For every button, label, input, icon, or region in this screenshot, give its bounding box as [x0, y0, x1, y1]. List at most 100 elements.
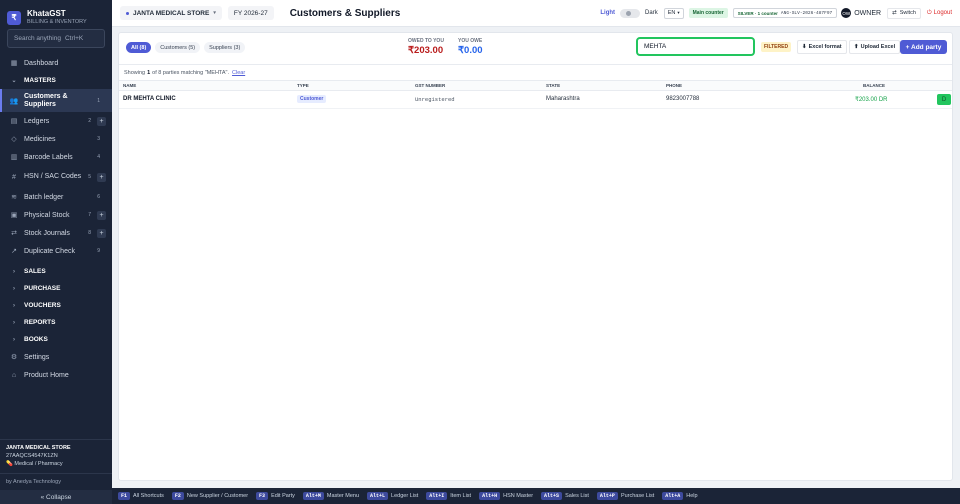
shortcut-item-list[interactable]: Alt+I Item List	[426, 492, 471, 500]
tab-customers[interactable]: Customers (5)	[155, 42, 201, 53]
swap-icon: ⇄	[892, 10, 897, 16]
clear-filter-link[interactable]: Clear	[232, 70, 245, 76]
sidebar-section-books[interactable]: › BOOKS	[0, 331, 112, 348]
shortcut-label: Master Menu	[326, 493, 360, 499]
add-party-button[interactable]: + Add party	[900, 40, 947, 54]
sidebar-section-label: BOOKS	[24, 336, 48, 343]
search-input[interactable]: Search anything Ctrl+K	[7, 29, 105, 48]
shortcut-number: 1	[97, 97, 100, 104]
language-select[interactable]: EN ▾	[663, 7, 684, 19]
sidebar-item-product-home[interactable]: ⌂ Product Home	[0, 366, 112, 384]
excel-format-button[interactable]: ⬇ Excel format	[797, 40, 847, 54]
sidebar-section-masters[interactable]: ⌄ MASTERS	[0, 72, 112, 89]
user-role: OWNER	[854, 9, 882, 17]
chevron-down-icon: ▾	[213, 10, 216, 16]
add-physical-stock-button[interactable]: +	[97, 210, 106, 220]
sidebar-nav: ▦ Dashboard ⌄ MASTERS 👥 Customers & Supp…	[0, 54, 112, 384]
shortcut-master-menu[interactable]: Alt+M Master Menu	[302, 492, 360, 500]
column-header-balance[interactable]: BALANCE	[863, 83, 885, 88]
party-phone: 9823007788	[666, 96, 700, 102]
app-name: KhataGST	[27, 9, 66, 18]
chevron-right-icon: ›	[13, 268, 15, 275]
filtered-badge: FILTERED	[761, 42, 792, 52]
sidebar-item-customers-suppliers[interactable]: 👥 Customers & Suppliers 1	[0, 89, 112, 112]
sidebar-item-settings[interactable]: ⚙ Settings	[0, 348, 112, 366]
vendor-credit: by Anedya Technology	[0, 473, 112, 490]
shortcut-bar: F1 All Shortcuts F2 New Supplier / Custome…	[112, 488, 960, 504]
sidebar-item-barcode-labels[interactable]: ▥ Barcode Labels 4	[0, 148, 112, 166]
logout-button[interactable]: ⏻ Logout	[927, 10, 952, 17]
add-ledger-button[interactable]: +	[97, 116, 106, 126]
shortcut-label: Help	[686, 493, 698, 499]
shortcut-hsn-master[interactable]: Alt+H HSN Master	[479, 492, 533, 500]
shortcut-number: 4	[97, 154, 100, 160]
pill-icon: 💊	[6, 461, 13, 467]
plan-badge: SILVER · 1 counter ANG-SLV-2026-487F97	[732, 8, 838, 18]
column-header-gst[interactable]: GST NUMBER	[415, 83, 445, 88]
shortcut-all[interactable]: F1 All Shortcuts	[118, 492, 164, 500]
upload-excel-label: Upload Excel	[860, 44, 896, 50]
shortcut-label: Ledger List	[391, 493, 419, 499]
shortcut-number: 3	[97, 136, 100, 142]
sidebar-item-medicines[interactable]: ◇ Medicines 3	[0, 130, 112, 148]
shortcut-new-party[interactable]: F2 New Supplier / Customer	[171, 492, 248, 500]
owe-value: ₹0.00	[458, 45, 483, 56]
shortcut-sales-list[interactable]: Alt+S Sales List	[541, 492, 589, 500]
main-panel: All (8) Customers (5) Suppliers (3) OWED…	[118, 32, 953, 481]
tab-all[interactable]: All (8)	[126, 42, 152, 53]
org-gstin: 27AAQCS4547K1ZN	[6, 453, 58, 459]
sidebar-section-vouchers[interactable]: › VOUCHERS	[0, 297, 112, 314]
sidebar-section-reports[interactable]: › REPORTS	[0, 314, 112, 331]
column-header-state[interactable]: STATE	[546, 83, 560, 88]
column-header-phone[interactable]: PHONE	[666, 83, 682, 88]
fy-selector[interactable]: FY 2026-27	[227, 6, 274, 20]
sidebar-item-stock-journals[interactable]: ⇄ Stock Journals 8 +	[0, 224, 112, 242]
shortcut-key: Alt+M	[302, 492, 324, 500]
shortcut-edit-party[interactable]: F3 Edit Party	[256, 492, 295, 500]
table-header: NAME TYPE GST NUMBER STATE PHONE BALANCE	[119, 81, 952, 91]
column-header-name[interactable]: NAME	[123, 83, 136, 88]
sidebar-item-batch-ledger[interactable]: ≋ Batch ledger 6	[0, 188, 112, 206]
shortcut-purchase-list[interactable]: Alt+P Purchase List	[596, 492, 654, 500]
sidebar-item-hsn-sac[interactable]: # HSN / SAC Codes 5 +	[0, 166, 112, 188]
sidebar-item-dashboard[interactable]: ▦ Dashboard	[0, 54, 112, 72]
switch-button[interactable]: ⇄ Switch	[887, 7, 921, 19]
tab-suppliers[interactable]: Suppliers (3)	[204, 42, 246, 53]
sidebar-section-sales[interactable]: › SALES	[0, 263, 112, 280]
collapse-button[interactable]: « Collapse	[0, 490, 112, 504]
sidebar-section-label: VOUCHERS	[24, 302, 61, 309]
store-selector[interactable]: JANTA MEDICAL STORE ▾	[120, 6, 222, 20]
sidebar-item-label: Customers & Suppliers	[24, 92, 68, 108]
shortcut-number: 7	[88, 212, 91, 218]
home-icon: ⌂	[11, 371, 17, 379]
upload-excel-button[interactable]: ⬆ Upload Excel	[849, 40, 901, 54]
sidebar-section-purchase[interactable]: › PURCHASE	[0, 280, 112, 297]
add-stock-journal-button[interactable]: +	[97, 228, 106, 238]
table-row[interactable]: DR MEHTA CLINIC Customer Unregistered Ma…	[119, 91, 952, 109]
column-header-type[interactable]: TYPE	[297, 83, 309, 88]
theme-switch[interactable]	[620, 8, 641, 18]
party-name[interactable]: DR MEHTA CLINIC	[123, 96, 176, 102]
row-action-button[interactable]: D	[937, 94, 951, 105]
theme-toggle[interactable]: Light Dark	[600, 8, 658, 18]
sidebar-item-duplicate-check[interactable]: ↗ Duplicate Check 9	[0, 242, 112, 260]
sidebar-item-ledgers[interactable]: ▤ Ledgers 2 +	[0, 112, 112, 130]
add-hsn-button[interactable]: +	[97, 172, 106, 182]
excel-format-label: Excel format	[808, 44, 842, 50]
download-icon: ⬇	[802, 44, 807, 50]
shortcut-ledger-list[interactable]: Alt+L Ledger List	[367, 492, 418, 500]
barcode-icon: ▥	[10, 154, 18, 161]
shortcut-key: F2	[171, 492, 184, 500]
switch-label: Switch	[899, 10, 916, 16]
result-summary: Showing 1 of 8 parties matching "MEHTA".…	[119, 65, 952, 81]
sidebar-section-label: MASTERS	[24, 77, 56, 84]
party-search-input[interactable]: MEHTA	[636, 37, 755, 56]
party-type-tabs: All (8) Customers (5) Suppliers (3)	[126, 42, 249, 53]
shortcut-help[interactable]: Alt+A Help	[662, 492, 698, 500]
user-menu[interactable]: OW OWNER	[841, 8, 881, 18]
avatar: OW	[841, 8, 852, 18]
brand[interactable]: ₹ KhataGST BILLING & INVENTORY	[0, 0, 112, 28]
plan-name: SILVER · 1 counter	[737, 10, 778, 16]
chevron-right-icon: ›	[13, 319, 15, 326]
sidebar-item-physical-stock[interactable]: ▣ Physical Stock 7 +	[0, 206, 112, 224]
